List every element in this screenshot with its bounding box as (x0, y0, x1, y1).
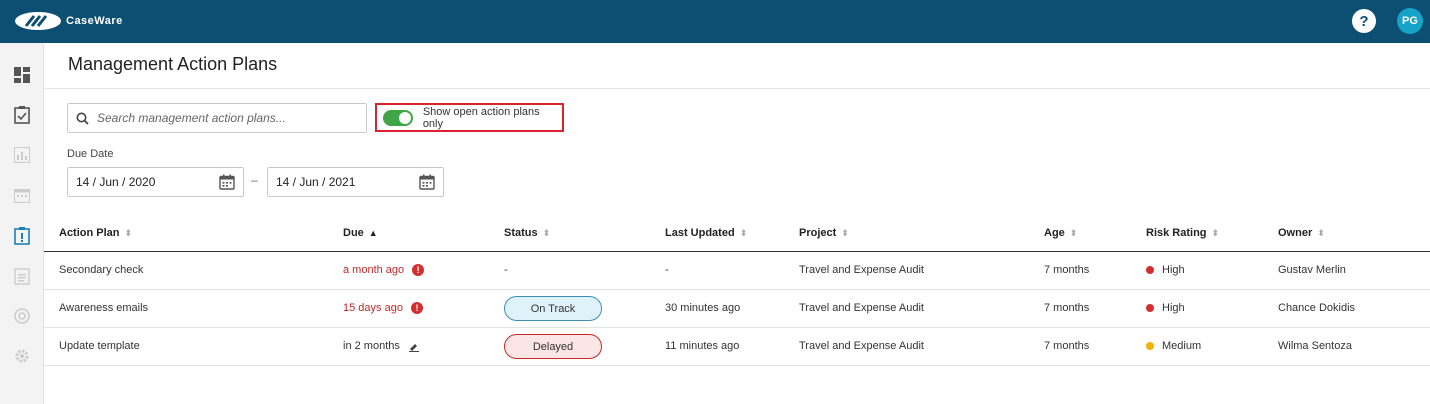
overdue-alert-icon: ! (412, 264, 425, 276)
date-range-separator: – (251, 173, 258, 187)
dashboard-icon[interactable] (12, 65, 32, 85)
cell-last-updated: 30 minutes ago (665, 302, 741, 314)
status-badge-on-track[interactable]: On Track (504, 296, 602, 321)
due-date-to[interactable]: 14 / Jun / 2021 (267, 167, 444, 197)
cell-project: Travel and Expense Audit (799, 340, 924, 352)
sort-icon: ⬍ (739, 228, 748, 238)
help-button[interactable]: ? (1352, 9, 1376, 33)
main-content: Management Action Plans Show open action… (44, 43, 1430, 404)
sort-icon: ⬍ (124, 228, 133, 238)
column-header-age[interactable]: Age ⬍ (1044, 227, 1077, 239)
sort-ascending-icon: ▲ (368, 228, 378, 238)
page-title: Management Action Plans (68, 54, 278, 74)
due-text: 15 days ago (343, 302, 403, 314)
action-plans-table: Action Plan ⬍ Due ▲ Status ⬍ Last Updated ⬍ … (44, 215, 1430, 366)
sort-icon: ⬍ (841, 228, 849, 238)
due-date-to-value: 14 / Jun / 2021 (276, 175, 356, 189)
due-text: in 2 months (343, 340, 400, 352)
column-header-action-plan[interactable]: Action Plan ⬍ (59, 227, 132, 239)
cell-owner: Wilma Sentoza (1278, 340, 1352, 352)
chart-icon[interactable] (12, 145, 32, 165)
column-label: Action Plan (59, 227, 120, 239)
column-header-project[interactable]: Project ⬍ (799, 227, 849, 239)
column-header-due[interactable]: Due ▲ (343, 227, 378, 239)
risk-text: High (1162, 264, 1185, 276)
title-divider (44, 88, 1430, 89)
status-badge-delayed[interactable]: Delayed (504, 334, 602, 359)
calendar-icon[interactable] (12, 185, 32, 205)
table-row[interactable]: Update template in 2 months Delayed 11 m… (44, 328, 1430, 366)
sort-icon: ⬍ (1317, 228, 1325, 238)
column-label: Status (504, 227, 538, 239)
cell-action-plan[interactable]: Secondary check (59, 264, 143, 276)
cell-status: - (504, 264, 508, 276)
column-header-owner[interactable]: Owner ⬍ (1278, 227, 1325, 239)
logo-mark-icon (15, 12, 61, 30)
brand-name: CaseWare (66, 15, 123, 27)
due-date-from-value: 14 / Jun / 2020 (76, 175, 156, 189)
calendar-picker-icon[interactable] (419, 174, 435, 190)
column-label: Age (1044, 227, 1065, 239)
sort-icon: ⬍ (1211, 228, 1220, 238)
overdue-alert-icon: ! (410, 302, 423, 314)
toggle-label: Show open action plans only (422, 105, 540, 130)
column-label: Risk Rating (1146, 227, 1207, 239)
search-input[interactable] (97, 111, 347, 125)
cell-risk-rating: High (1146, 264, 1185, 276)
sidebar (0, 43, 44, 404)
cell-risk-rating: Medium (1146, 340, 1201, 352)
user-avatar[interactable]: PG (1397, 8, 1423, 34)
edit-icon (408, 344, 419, 352)
risk-high-dot (1146, 304, 1154, 312)
risk-high-dot (1146, 266, 1154, 274)
gear-icon[interactable] (12, 346, 32, 366)
cell-due: in 2 months (343, 340, 420, 352)
top-bar: CaseWare ? PG (0, 0, 1430, 43)
column-label: Owner (1278, 227, 1313, 239)
cell-age: 7 months (1044, 264, 1090, 276)
risk-text: High (1162, 302, 1185, 314)
open-plans-toggle[interactable]: Show open action plans only (375, 103, 564, 132)
cell-owner: Gustav Merlin (1278, 264, 1346, 276)
toggle-knob (398, 111, 411, 124)
table-header: Action Plan ⬍ Due ▲ Status ⬍ Last Updated ⬍ … (44, 215, 1430, 252)
table-row[interactable]: Secondary check a month ago! - - Travel … (44, 252, 1430, 290)
cell-age: 7 months (1044, 302, 1090, 314)
due-date-from[interactable]: 14 / Jun / 2020 (67, 167, 244, 197)
column-header-risk-rating[interactable]: Risk Rating ⬍ (1146, 227, 1219, 239)
cell-owner: Chance Dokidis (1278, 302, 1356, 314)
sort-icon: ⬍ (1069, 228, 1078, 238)
cell-last-updated: - (665, 264, 669, 276)
cell-due: a month ago! (343, 264, 425, 276)
due-text: a month ago (343, 264, 405, 276)
caseware-logo[interactable]: CaseWare (14, 11, 123, 31)
column-label: Last Updated (665, 227, 735, 239)
search-box[interactable] (67, 103, 367, 133)
calendar-picker-icon[interactable] (219, 174, 235, 190)
column-label: Project (799, 227, 837, 239)
cell-due: 15 days ago! (343, 302, 423, 314)
checklist-icon[interactable] (12, 105, 32, 125)
alert-icon[interactable] (12, 226, 32, 246)
cell-project: Travel and Expense Audit (799, 302, 924, 314)
sort-icon: ⬍ (542, 228, 551, 238)
clipboard-icon[interactable] (12, 266, 32, 286)
cell-risk-rating: High (1146, 302, 1185, 314)
cell-action-plan[interactable]: Update template (59, 340, 140, 352)
risk-text: Medium (1162, 340, 1202, 352)
toggle-switch[interactable] (383, 109, 413, 126)
cell-action-plan[interactable]: Awareness emails (59, 302, 148, 314)
cell-project: Travel and Expense Audit (799, 264, 924, 276)
column-header-last-updated[interactable]: Last Updated ⬍ (665, 227, 747, 239)
column-label: Due (343, 227, 364, 239)
due-date-label: Due Date (67, 148, 114, 160)
cell-age: 7 months (1044, 340, 1090, 352)
risk-medium-dot (1146, 342, 1154, 350)
search-icon (76, 112, 89, 125)
globe-icon[interactable] (12, 306, 32, 326)
column-header-status[interactable]: Status ⬍ (504, 227, 550, 239)
cell-last-updated: 11 minutes ago (665, 340, 740, 352)
table-row[interactable]: Awareness emails 15 days ago! On Track 3… (44, 290, 1430, 328)
